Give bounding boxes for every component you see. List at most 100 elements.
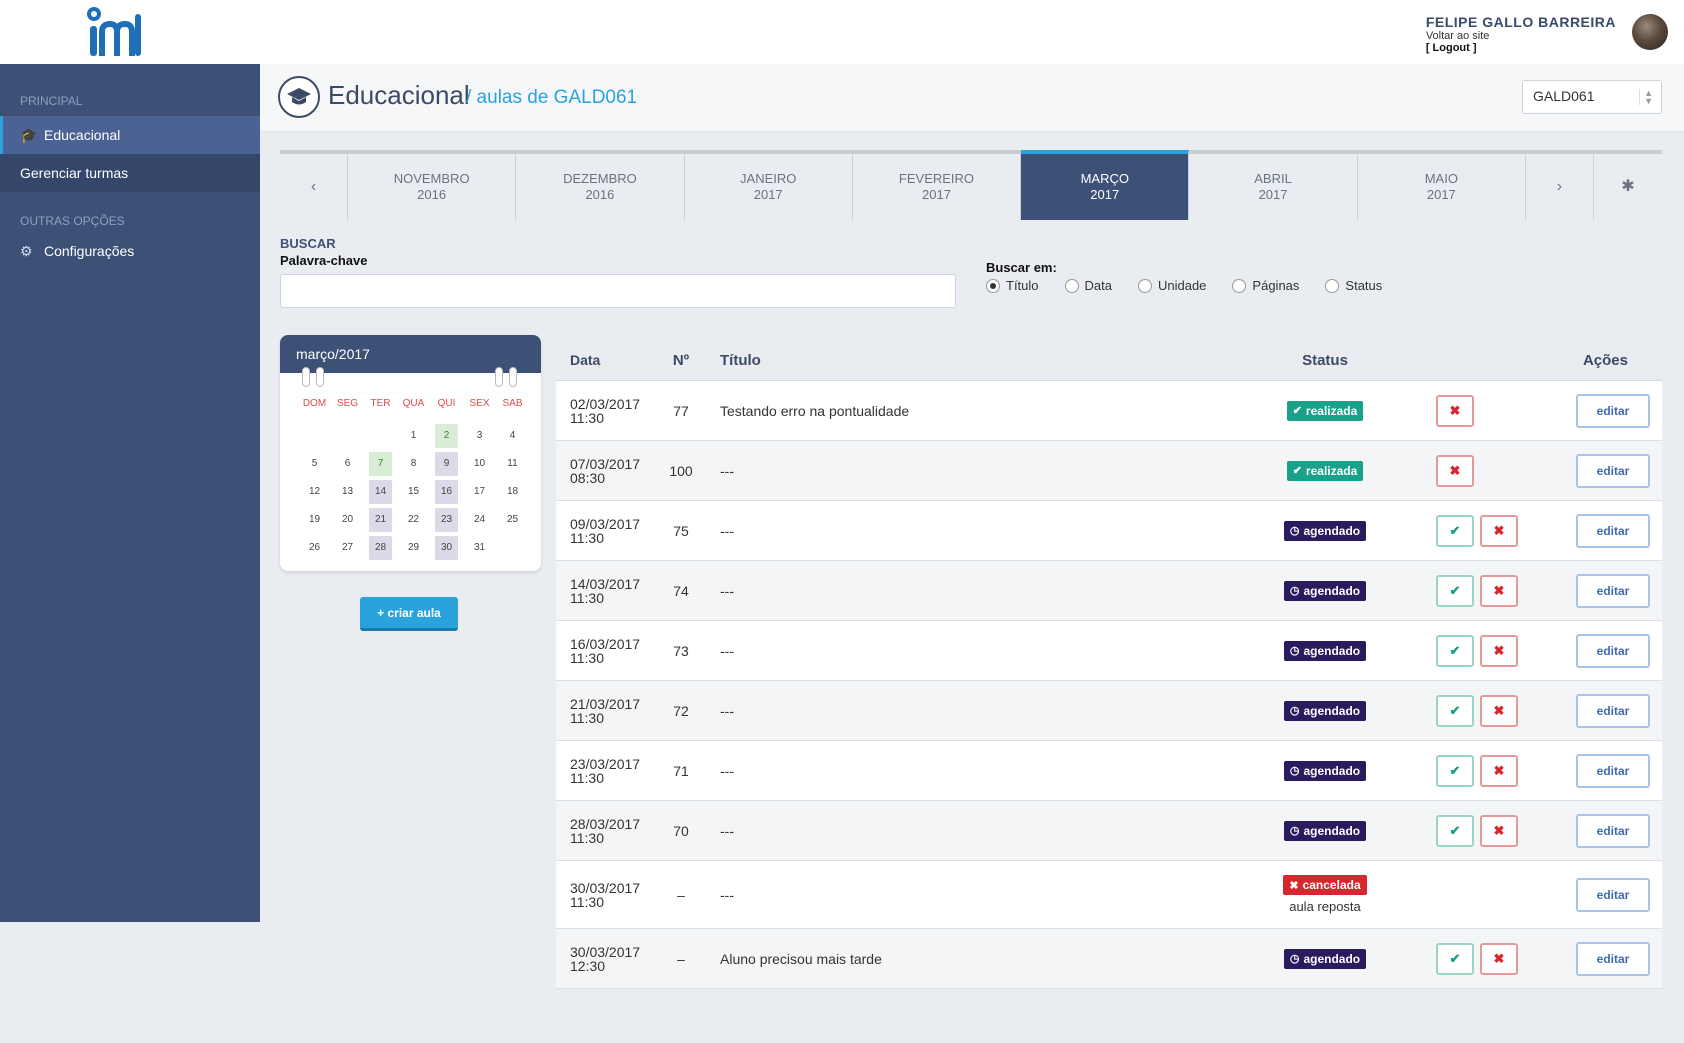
keyword-input[interactable] — [280, 274, 956, 308]
radio-paginas[interactable]: Páginas — [1232, 278, 1299, 293]
calendar-day[interactable]: 3 — [468, 424, 491, 448]
radio-dot[interactable] — [986, 278, 1000, 293]
tab-month-dez-2016[interactable]: DEZEMBRO 2016 — [516, 154, 685, 220]
calendar-day[interactable]: 22 — [402, 508, 425, 532]
radio-dot[interactable] — [1325, 278, 1340, 293]
calendar-day[interactable]: 14 — [369, 480, 392, 504]
confirm-button[interactable]: ✔ — [1436, 814, 1474, 847]
tab-month-fev-2017[interactable]: FEVEREIRO 2017 — [852, 154, 1022, 220]
month-next-button[interactable]: › — [1525, 154, 1594, 220]
radio-dot[interactable] — [1137, 278, 1152, 293]
calendar-day[interactable]: 31 — [468, 536, 491, 560]
radio-dot[interactable] — [1064, 278, 1079, 293]
cancel-button[interactable]: ✖ — [1436, 394, 1474, 427]
tab-month-label: JANEIRO — [740, 171, 797, 186]
calendar-day[interactable]: 23 — [435, 508, 458, 532]
sidebar-item-gerenciar-turmas[interactable]: Gerenciar turmas — [0, 154, 260, 192]
month-prev-button[interactable]: ‹ — [280, 154, 348, 220]
radio-data[interactable]: Data — [1064, 278, 1112, 293]
confirm-button[interactable]: ✔ — [1436, 942, 1474, 975]
all-months-star-icon[interactable]: ✱ — [1593, 154, 1662, 220]
calendar-day[interactable]: 30 — [435, 536, 458, 560]
calendar-day[interactable]: 24 — [468, 508, 491, 532]
cancel-button[interactable]: ✖ — [1480, 942, 1518, 975]
calendar-day[interactable]: 8 — [402, 452, 425, 476]
calendar-day[interactable]: 1 — [402, 424, 425, 448]
radio-status[interactable]: Status — [1325, 278, 1382, 293]
tab-month-year: 2017 — [1258, 187, 1288, 202]
tab-month-abr-2017[interactable]: ABRIL 2017 — [1189, 154, 1358, 220]
col-header-date[interactable]: Data — [556, 353, 654, 367]
cancel-button[interactable]: ✖ — [1480, 574, 1518, 607]
calendar-day[interactable]: 5 — [303, 452, 326, 476]
calendar-day[interactable]: 16 — [435, 480, 458, 504]
col-header-num[interactable]: Nº — [654, 352, 708, 369]
calendar-day[interactable]: 6 — [336, 452, 359, 476]
calendar-day[interactable]: 25 — [501, 508, 524, 532]
cancel-button[interactable]: ✖ — [1480, 694, 1518, 727]
sidebar-item-educacional[interactable]: 🎓 Educacional — [0, 116, 260, 154]
tab-month-nov-2016[interactable]: NOVEMBRO 2016 — [348, 154, 517, 220]
calendar-day[interactable]: 7 — [369, 452, 392, 476]
cancel-button[interactable]: ✖ — [1480, 754, 1518, 787]
radio-unidade[interactable]: Unidade — [1137, 278, 1206, 293]
cancel-button[interactable]: ✖ — [1480, 634, 1518, 667]
logo-icon[interactable] — [84, 6, 144, 60]
col-header-status[interactable]: Status — [1232, 352, 1418, 369]
confirm-button[interactable]: ✔ — [1436, 514, 1474, 547]
confirm-button[interactable]: ✔ — [1436, 754, 1474, 787]
confirm-button[interactable]: ✔ — [1436, 634, 1474, 667]
create-class-button[interactable]: + criar aula — [360, 597, 458, 631]
calendar-day[interactable]: 28 — [369, 536, 392, 560]
avatar[interactable] — [1632, 14, 1668, 50]
calendar-day[interactable]: 11 — [501, 452, 524, 476]
calendar-day[interactable]: 19 — [303, 508, 326, 532]
logout-link[interactable]: [ Logout ] — [1426, 42, 1616, 54]
calendar-day[interactable]: 17 — [468, 480, 491, 504]
radio-dot[interactable] — [1232, 278, 1247, 293]
edit-button[interactable]: editar — [1576, 453, 1650, 488]
col-header-title[interactable]: Título — [708, 352, 1232, 369]
calendar-day[interactable]: 12 — [303, 480, 326, 504]
edit-button[interactable]: editar — [1576, 813, 1650, 848]
edit-button[interactable]: editar — [1576, 941, 1650, 976]
confirm-button[interactable]: ✔ — [1436, 694, 1474, 727]
class-select[interactable]: GALD061 ▲ ▼ — [1522, 80, 1662, 114]
edit-button[interactable]: editar — [1576, 753, 1650, 788]
radio-titulo[interactable]: Título — [986, 278, 1039, 293]
calendar-day[interactable]: 29 — [402, 536, 425, 560]
sidebar-item-configuracoes[interactable]: ⚙ Configurações — [0, 232, 260, 270]
cancel-button[interactable]: ✖ — [1480, 514, 1518, 547]
tab-month-jan-2017[interactable]: JANEIRO 2017 — [684, 154, 853, 220]
calendar-day[interactable]: 21 — [369, 508, 392, 532]
calendar-day[interactable]: 27 — [336, 536, 359, 560]
calendar-day[interactable]: 13 — [336, 480, 359, 504]
cell-date-time: 11:30 — [570, 829, 604, 846]
cancel-button[interactable]: ✖ — [1436, 454, 1474, 487]
calendar-day[interactable]: 4 — [501, 424, 524, 448]
calendar-day[interactable]: 15 — [402, 480, 425, 504]
calendar-grid: DOM SEG TER QUA QUI SEX SAB 1 2 3 4 5 6 7 8 9 10 11 12 13 14… — [298, 394, 529, 562]
edit-button[interactable]: editar — [1576, 513, 1650, 548]
calendar-day[interactable]: 10 — [468, 452, 491, 476]
calendar-day[interactable]: 26 — [303, 536, 326, 560]
calendar-day[interactable]: 20 — [336, 508, 359, 532]
edit-button[interactable]: editar — [1576, 393, 1650, 428]
back-to-site-link[interactable]: Voltar ao site — [1426, 30, 1616, 42]
tab-month-mai-2017[interactable]: MAIO 2017 — [1357, 154, 1526, 220]
edit-button[interactable]: editar — [1576, 633, 1650, 668]
confirm-button[interactable]: ✔ — [1436, 574, 1474, 607]
calendar-ring-icon — [495, 367, 503, 387]
edit-button[interactable]: editar — [1576, 877, 1650, 912]
check-icon: ✔ — [1449, 642, 1461, 658]
calendar-day[interactable]: 2 — [435, 424, 458, 448]
tab-month-label: MARÇO — [1080, 171, 1129, 186]
cancel-button[interactable]: ✖ — [1480, 814, 1518, 847]
cell-actions: ✖ — [1418, 454, 1528, 487]
edit-button[interactable]: editar — [1576, 693, 1650, 728]
edit-button[interactable]: editar — [1576, 573, 1650, 608]
calendar-day[interactable]: 18 — [501, 480, 524, 504]
calendar-day[interactable]: 9 — [435, 452, 458, 476]
calendar-ring-icon — [316, 367, 324, 387]
tab-month-mar-2017[interactable]: MARÇO 2017 — [1021, 150, 1190, 220]
